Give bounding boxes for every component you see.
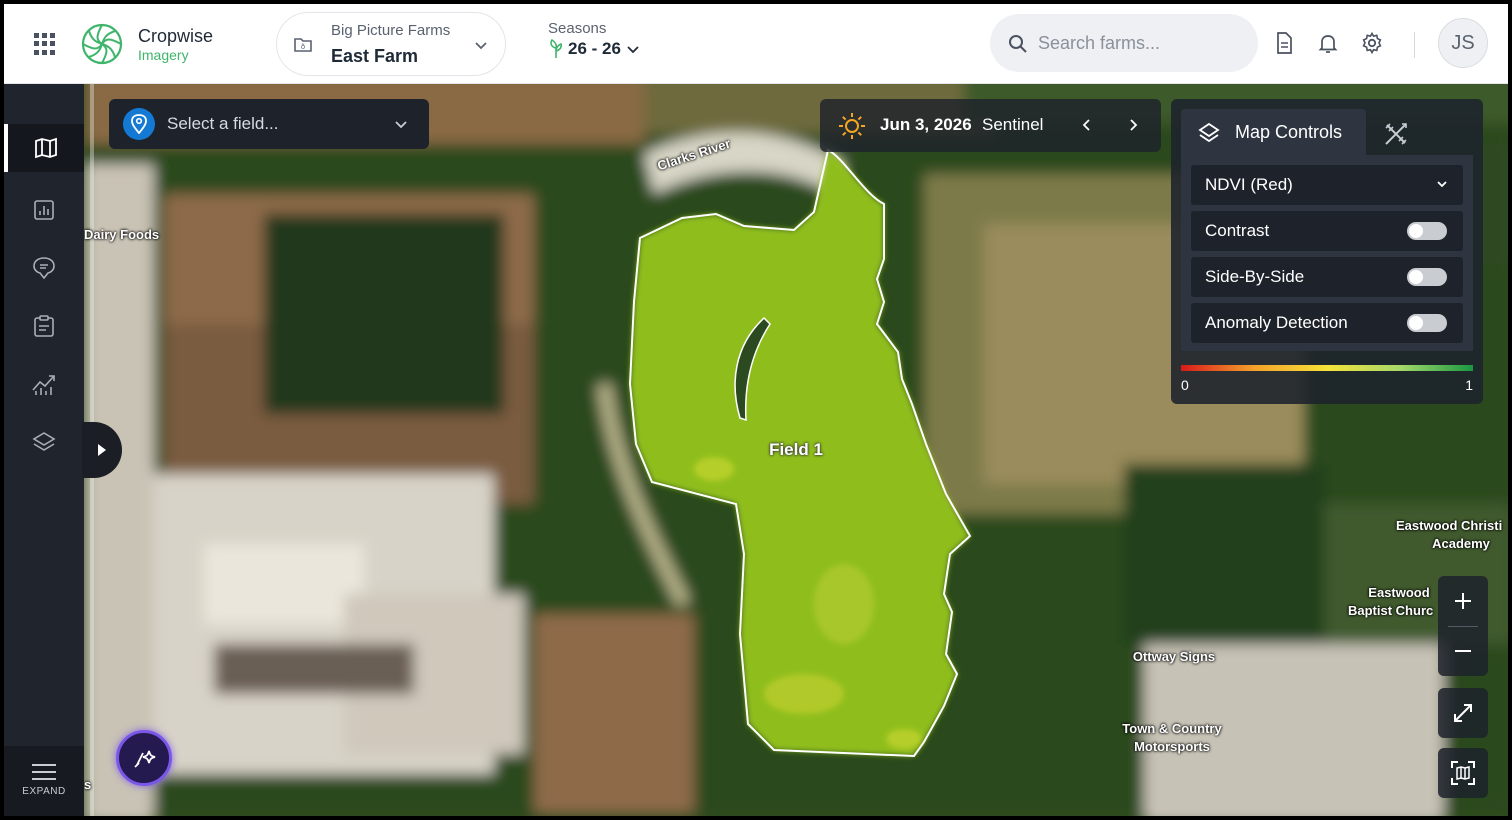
ndvi-legend-bar: [1181, 365, 1473, 371]
app-window: Cropwise Imagery ð Big Picture Farms Eas…: [4, 4, 1508, 816]
layer-select-value: NDVI (Red): [1205, 175, 1293, 194]
ai-assistant-button[interactable]: [116, 730, 172, 786]
chevron-down-icon: [1437, 181, 1447, 188]
tab-map-controls[interactable]: Map Controls: [1181, 109, 1366, 155]
sidebar-item-analytics[interactable]: [4, 360, 84, 408]
field-select-dropdown[interactable]: Select a field...: [109, 99, 429, 149]
sidebar-item-tasks[interactable]: [4, 302, 84, 350]
side-by-side-toggle[interactable]: [1407, 268, 1447, 286]
place-label-ottway: Ottway Signs: [1132, 649, 1216, 664]
location-pin-icon: [123, 108, 155, 140]
chevron-right-icon[interactable]: [1126, 117, 1140, 133]
legend-max: 1: [1465, 377, 1473, 393]
farm-name: East Farm: [331, 46, 419, 66]
user-avatar[interactable]: JS: [1438, 18, 1488, 68]
cropwise-logo: [81, 23, 123, 65]
anomaly-detection-row: Anomaly Detection: [1191, 303, 1463, 343]
imagery-source: Sentinel: [982, 115, 1044, 134]
folder-icon: ð: [294, 38, 312, 52]
header-divider: [1414, 32, 1415, 58]
search-box: [990, 14, 1258, 72]
plus-icon: [1455, 593, 1471, 609]
sidebar-item-map[interactable]: [4, 124, 84, 172]
legend-min: 0: [1181, 377, 1189, 393]
sparkle-icon: [134, 750, 156, 768]
map-frame-icon: [1451, 761, 1475, 785]
farm-selector[interactable]: ð Big Picture Farms East Farm: [276, 12, 506, 76]
sidebar-item-scouting[interactable]: [4, 244, 84, 292]
brand: Cropwise Imagery: [138, 26, 213, 64]
search-input[interactable]: [1038, 24, 1238, 62]
clipboard-icon: [34, 315, 54, 337]
brand-sub: Imagery: [138, 47, 189, 63]
contrast-label: Contrast: [1205, 221, 1270, 240]
contrast-toggle[interactable]: [1407, 222, 1447, 240]
place-label-motors-1: Town & Country: [1122, 721, 1222, 736]
anomaly-detection-label: Anomaly Detection: [1205, 313, 1348, 332]
place-label-church-1: Eastwood: [1368, 585, 1430, 600]
sidebar: EXPAND: [4, 84, 84, 816]
expand-sidebar-button[interactable]: EXPAND: [4, 746, 84, 816]
expand-arrows-icon: [1454, 704, 1472, 722]
map-controls-panel: Map Controls NDVI (Red) Contrast Side-By…: [1171, 99, 1483, 404]
imagery-date[interactable]: Jun 3, 2026: [880, 115, 972, 135]
bar-chart-icon: [34, 200, 54, 220]
contrast-row: Contrast: [1191, 211, 1463, 251]
anomaly-detection-toggle[interactable]: [1407, 314, 1447, 332]
place-label-academy-2: Academy: [1432, 536, 1490, 551]
layers-icon: [1198, 122, 1220, 143]
fullscreen-button[interactable]: [1438, 688, 1488, 738]
svg-text:ð: ð: [301, 43, 305, 51]
minus-icon: [1455, 650, 1471, 652]
side-by-side-label: Side-By-Side: [1205, 267, 1305, 286]
side-by-side-row: Side-By-Side: [1191, 257, 1463, 297]
search-icon: [1009, 35, 1027, 53]
field-label[interactable]: Field 1: [756, 441, 836, 459]
document-icon[interactable]: [1272, 31, 1296, 55]
fit-bounds-button[interactable]: [1438, 748, 1488, 798]
bell-icon[interactable]: [1316, 31, 1340, 55]
organization-name: Big Picture Farms: [331, 22, 451, 39]
place-label-edge: s: [84, 777, 92, 792]
chevron-down-icon: [627, 46, 639, 54]
layers-icon: [32, 432, 56, 451]
chevron-left-icon[interactable]: [1080, 117, 1094, 133]
imagery-date-bar: Jun 3, 2026 Sentinel: [820, 99, 1161, 152]
brand-name: Cropwise: [138, 26, 214, 46]
crop-leaf-icon: [550, 39, 563, 58]
chat-pin-icon: [33, 257, 55, 280]
menu-icon: [32, 764, 56, 780]
layer-select-dropdown[interactable]: NDVI (Red): [1191, 165, 1463, 205]
sidebar-item-reports[interactable]: [4, 186, 84, 234]
chevron-down-icon: [475, 42, 487, 50]
expand-label: EXPAND: [22, 786, 66, 797]
map-icon: [35, 137, 57, 159]
place-label-motors-2: Motorsports: [1134, 739, 1210, 754]
sidebar-item-layers[interactable]: [4, 418, 84, 466]
place-label-academy-1: Eastwood Christi: [1396, 518, 1503, 533]
top-header: Cropwise Imagery ð Big Picture Farms Eas…: [4, 4, 1508, 84]
tab-map-controls-label: Map Controls: [1235, 122, 1343, 142]
zoom-in-button[interactable]: [1438, 576, 1488, 626]
map-controls-body: NDVI (Red) Contrast Side-By-Side Anomaly…: [1181, 155, 1473, 351]
trend-chart-icon: [32, 375, 55, 395]
seasons-label: Seasons: [548, 20, 607, 37]
gear-icon[interactable]: [1360, 31, 1384, 55]
drawing-tools-icon[interactable]: [1383, 121, 1409, 147]
zoom-controls: [1438, 576, 1488, 676]
caret-right-icon: [98, 444, 106, 456]
place-label-dairy: Dairy Foods: [84, 227, 160, 242]
season-selector[interactable]: Seasons 26 - 26: [548, 20, 641, 59]
chevron-down-icon: [395, 121, 407, 129]
apps-grid-icon[interactable]: [34, 33, 56, 55]
field-select-placeholder: Select a field...: [167, 114, 279, 133]
zoom-out-button[interactable]: [1438, 626, 1488, 676]
season-value: 26 - 26: [568, 39, 621, 58]
sun-icon: [839, 113, 865, 139]
map-canvas[interactable]: Clarks River Dairy Foods Eastwood Christ…: [84, 84, 1508, 816]
